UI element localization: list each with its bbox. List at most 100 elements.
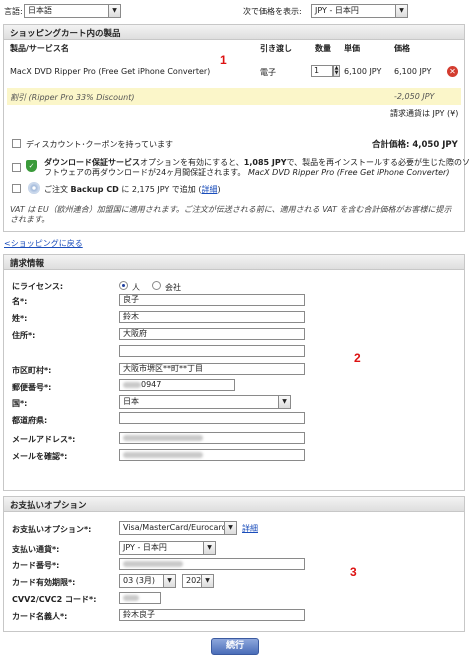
- license-company-label: 会社: [165, 283, 181, 292]
- back-to-shopping-link[interactable]: <ショッピングに戻る: [4, 238, 83, 249]
- card-number-label: カード番号*:: [12, 561, 60, 570]
- country-select[interactable]: 日本 ▼: [119, 395, 291, 409]
- redacted-cvv: [123, 594, 139, 601]
- guarantee-title: ダウンロード保証サービス: [44, 158, 140, 167]
- header-product: 製品/サービス名: [10, 44, 69, 53]
- continue-button[interactable]: 続行: [211, 638, 259, 655]
- guarantee-product: MacX DVD Ripper Pro (Free Get iPhone Con…: [247, 168, 450, 177]
- backup-cd-checkbox[interactable]: [12, 184, 21, 193]
- zip-input[interactable]: 0947: [119, 379, 235, 391]
- city-label: 市区町村*:: [12, 366, 52, 375]
- quantity-stepper[interactable]: ▲ ▼: [333, 65, 340, 77]
- total-price: 合計価格: 4,050 JPY: [372, 138, 458, 150]
- payment-title: お支払いオプション: [4, 497, 464, 512]
- pay-currency-value: JPY - 日本円: [123, 543, 167, 552]
- expiry-month-value: 03 (3月): [123, 576, 156, 585]
- billing-panel: 請求情報 2 にライセンス: 人 会社 名*: 良子 姓*: 鈴木 住所*: 大…: [3, 254, 465, 491]
- expiry-month-select[interactable]: 03 (3月) ▼: [119, 574, 176, 588]
- first-name-input[interactable]: 良子: [119, 294, 305, 306]
- chevron-down-icon: ▼: [278, 396, 290, 408]
- license-person-radio[interactable]: [119, 281, 128, 290]
- address-line2-input[interactable]: [119, 345, 305, 357]
- quantity-input[interactable]: 1: [311, 65, 333, 77]
- email-input[interactable]: [119, 432, 305, 444]
- chevron-down-icon: ▼: [108, 5, 120, 17]
- marker-1: 1: [220, 53, 227, 67]
- backup-text3: ): [217, 185, 221, 194]
- payment-option-value: Visa/MasterCard/Eurocard: [123, 523, 227, 532]
- cart-panel: ショッピングカート内の製品 製品/サービス名 引き渡し 数量 単価 価格 1 M…: [3, 24, 469, 232]
- expiry-year-select[interactable]: 2021 ▼: [182, 574, 214, 588]
- language-select-value: 日本語: [28, 6, 52, 15]
- chevron-down-icon: ▼: [224, 522, 236, 534]
- email-confirm-label: メールを確認*:: [12, 452, 68, 461]
- cart-title: ショッピングカート内の製品: [4, 25, 464, 40]
- guarantee-price: 1,085 JPY: [243, 158, 287, 167]
- country-label: 国*:: [12, 399, 28, 408]
- state-label: 都道府県:: [12, 416, 48, 425]
- city-input[interactable]: 大阪市堺区**町**丁目: [119, 363, 305, 375]
- display-currency-select[interactable]: JPY - 日本円 ▼: [311, 4, 408, 18]
- payment-panel: お支払いオプション 3 お支払いオプション*: Visa/MasterCard/…: [3, 496, 465, 632]
- guarantee-text1: オプションを有効にすると、: [140, 158, 244, 167]
- backup-bold: Backup CD: [70, 185, 119, 194]
- discount-amount: -2,050 JPY: [394, 92, 435, 101]
- guarantee-line2: フトウェアの再ダウンロードが24ヶ月間保証されます。 MacX DVD Ripp…: [44, 167, 449, 178]
- license-company-radio[interactable]: [152, 281, 161, 290]
- discount-row: 割引 (Ripper Pro 33% Discount) -2,050 JPY: [7, 88, 461, 105]
- email-label: メールアドレス*:: [12, 435, 76, 444]
- redacted-zip-prefix: [123, 381, 141, 388]
- cardholder-input[interactable]: 鈴木良子: [119, 609, 305, 621]
- language-select[interactable]: 日本語 ▼: [24, 4, 121, 18]
- total-label: 合計価格:: [372, 140, 410, 150]
- backup-text2: に 2,175 JPY で追加 (: [121, 185, 202, 194]
- zip-label: 郵便番号*:: [12, 383, 52, 392]
- total-value: 4,050 JPY: [412, 140, 458, 150]
- remove-item-icon[interactable]: ✕: [447, 66, 458, 77]
- header-delivery: 引き渡し: [260, 44, 292, 53]
- shield-icon: ✓: [26, 160, 37, 172]
- item-unit-price: 6,100 JPY: [344, 67, 382, 76]
- billing-title: 請求情報: [4, 255, 464, 270]
- coupon-checkbox[interactable]: [12, 139, 21, 148]
- guarantee-checkbox[interactable]: [12, 163, 21, 172]
- email-confirm-input[interactable]: [119, 449, 305, 461]
- backup-text1: ご注文: [44, 185, 68, 194]
- coupon-label: ディスカウント･クーポンを持っています: [26, 140, 174, 149]
- display-currency-value: JPY - 日本円: [315, 6, 359, 15]
- zip-value: 0947: [141, 380, 162, 389]
- address-line1-input[interactable]: 大阪府: [119, 328, 305, 340]
- item-name: MacX DVD Ripper Pro (Free Get iPhone Con…: [10, 67, 211, 76]
- card-number-input[interactable]: [119, 558, 305, 570]
- chevron-down-icon: ▼: [395, 5, 407, 17]
- item-delivery: 電子: [260, 68, 276, 77]
- payment-detail-link[interactable]: 詳細: [242, 523, 258, 534]
- chevron-down-icon: ▼: [203, 542, 215, 554]
- redacted-email-confirm: [123, 451, 203, 458]
- vat-note-line2: されます。: [10, 215, 50, 224]
- last-name-input[interactable]: 鈴木: [119, 311, 305, 323]
- cd-icon: [28, 182, 40, 194]
- expiry-label: カード有効期限*:: [12, 578, 76, 587]
- vat-note-line1: VAT は EU（欧州連合）加盟国に適用されます。ご注文が伝送される前に、適用さ…: [10, 205, 452, 214]
- currency-label: 次で価格を表示:: [243, 7, 302, 16]
- payment-option-select[interactable]: Visa/MasterCard/Eurocard ▼: [119, 521, 237, 535]
- header-unit-price: 単価: [344, 44, 360, 53]
- billing-currency-note: 請求通貨は JPY (¥): [390, 109, 459, 118]
- topbar: 言語: 日本語 ▼ 次で価格を表示: JPY - 日本円 ▼: [0, 0, 469, 22]
- country-value: 日本: [123, 397, 139, 406]
- item-price: 6,100 JPY: [394, 67, 432, 76]
- marker-3: 3: [350, 565, 357, 579]
- cardholder-label: カード名義人*:: [12, 612, 68, 621]
- cvv-input[interactable]: [119, 592, 161, 604]
- guarantee-text2: で、製品を再インストールする必要が生じた際のソ: [286, 158, 469, 167]
- backup-cd-line: ご注文 Backup CD に 2,175 JPY で追加 (詳細): [44, 184, 221, 195]
- payment-option-label: お支払いオプション*:: [12, 525, 92, 534]
- state-input[interactable]: [119, 412, 305, 424]
- last-name-label: 姓*:: [12, 314, 28, 323]
- pay-currency-select[interactable]: JPY - 日本円 ▼: [119, 541, 216, 555]
- backup-detail-link[interactable]: 詳細: [201, 185, 217, 194]
- header-qty: 数量: [315, 44, 331, 53]
- discount-label: 割引 (Ripper Pro 33% Discount): [10, 93, 135, 102]
- redacted-email: [123, 434, 203, 441]
